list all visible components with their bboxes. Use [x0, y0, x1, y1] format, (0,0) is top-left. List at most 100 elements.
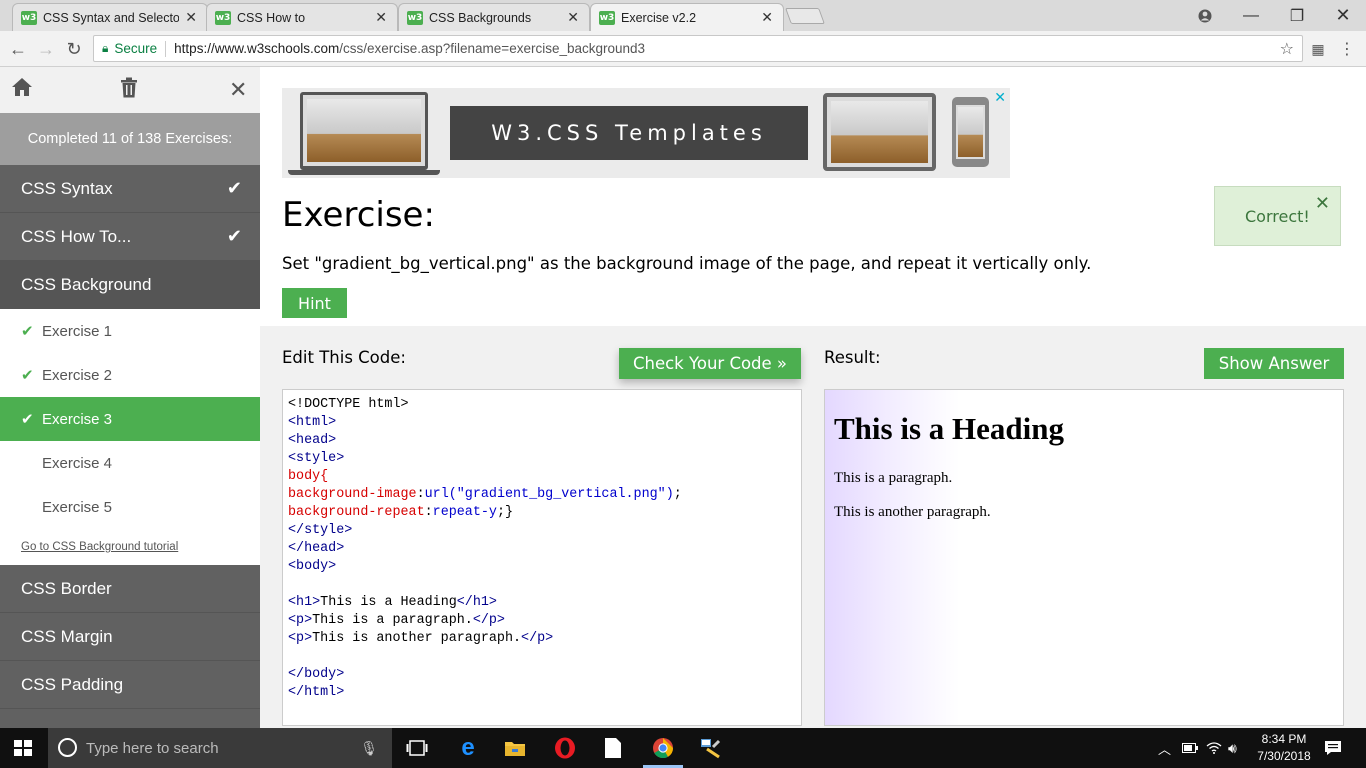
- task-view-icon[interactable]: [404, 736, 430, 760]
- show-answer-button[interactable]: Show Answer: [1204, 348, 1344, 379]
- code-line: body{: [288, 469, 329, 484]
- exercise-description: Set "gradient_bg_vertical.png" as the ba…: [282, 254, 1092, 273]
- lock-icon: 🔒︎: [102, 41, 109, 55]
- phone-image: [952, 97, 989, 167]
- code-line: </body>: [288, 667, 345, 682]
- checkmark-icon: ✔: [21, 411, 34, 428]
- correct-notification: Correct! ✕: [1214, 186, 1341, 246]
- tab-css-backgrounds[interactable]: w3 CSS Backgrounds ✕: [398, 3, 590, 31]
- code-line: <h1>This is a Heading</h1>: [288, 595, 497, 610]
- volume-icon[interactable]: 🔊︎: [1228, 728, 1237, 768]
- sidebar-toolbar: ✕: [0, 67, 260, 113]
- checkmark-icon: ✔: [21, 367, 34, 384]
- tab-title: Exercise v2.2: [621, 10, 697, 25]
- taskbar-search[interactable]: Type here to search 🎙︎: [48, 728, 392, 768]
- back-icon[interactable]: ←: [7, 38, 29, 60]
- ad-close-icon[interactable]: ✕: [994, 89, 1006, 106]
- exercise-1[interactable]: ✔ Exercise 1: [0, 309, 260, 353]
- code-line: </style>: [288, 523, 353, 538]
- code-line: </head>: [288, 541, 345, 556]
- w3schools-favicon-icon: w3: [21, 10, 37, 25]
- result-paragraph: This is a paragraph.: [834, 470, 953, 486]
- exercise-sidebar: ✕ Completed 11 of 138 Exercises: CSS Syn…: [0, 67, 260, 728]
- checkmark-icon: ✔: [226, 178, 242, 198]
- window-close-icon[interactable]: ✕: [1320, 0, 1366, 31]
- tab-css-syntax[interactable]: w3 CSS Syntax and Selectors ✕: [12, 3, 208, 31]
- browser-toolbar: ← → ↻ 🔒︎ Secure https://www.w3schools.co…: [0, 31, 1366, 67]
- code-line: <style>: [288, 451, 345, 466]
- extension-icon[interactable]: ▦: [1307, 38, 1329, 60]
- notepad-icon[interactable]: [600, 736, 626, 760]
- code-line: <p>This is another paragraph.</p>: [288, 631, 554, 646]
- opera-icon[interactable]: [552, 736, 578, 760]
- windows-taskbar: Type here to search 🎙︎ e ︿ 🔊︎ 8:34 PM 7/…: [0, 728, 1366, 768]
- close-icon[interactable]: ✕: [375, 9, 387, 26]
- sidebar-item-css-syntax[interactable]: CSS Syntax ✔: [0, 165, 260, 213]
- exercise-2[interactable]: ✔ Exercise 2: [0, 353, 260, 397]
- tablet-image: [823, 93, 936, 171]
- file-explorer-icon[interactable]: [502, 736, 528, 760]
- microphone-icon[interactable]: 🎙︎: [360, 740, 378, 757]
- exercise-3[interactable]: ✔ Exercise 3: [0, 397, 260, 441]
- result-label: Result:: [824, 348, 881, 367]
- code-editor[interactable]: <!DOCTYPE html> <html> <head> <style> bo…: [282, 389, 802, 726]
- trash-icon[interactable]: [120, 77, 138, 104]
- sidebar-item-css-background[interactable]: CSS Background: [0, 261, 260, 309]
- windows-start-icon[interactable]: [14, 740, 32, 756]
- close-icon[interactable]: ✕: [185, 9, 197, 26]
- advertisement-banner[interactable]: W3.CSS Templates ✕: [282, 88, 1010, 178]
- code-line: <html>: [288, 415, 337, 430]
- secure-label: Secure: [114, 41, 158, 56]
- url-text[interactable]: https://www.w3schools.com/css/exercise.a…: [174, 41, 645, 56]
- home-icon[interactable]: [11, 77, 33, 103]
- code-line: <p>This is a paragraph.</p>: [288, 613, 505, 628]
- exercise-workspace: Edit This Code: Check Your Code » Result…: [260, 326, 1366, 728]
- tab-title: CSS Backgrounds: [429, 10, 532, 25]
- hint-button[interactable]: Hint: [282, 288, 347, 318]
- minimize-icon[interactable]: —: [1228, 0, 1274, 31]
- menu-icon[interactable]: ⋮: [1336, 38, 1358, 60]
- forward-icon[interactable]: →: [35, 38, 57, 60]
- exercise-header: W3.CSS Templates ✕ Exercise: Set "gradie…: [260, 67, 1366, 326]
- tutorial-link[interactable]: Go to CSS Background tutorial: [0, 529, 260, 565]
- sidebar-item-css-border[interactable]: CSS Border: [0, 565, 260, 613]
- close-icon[interactable]: ✕: [567, 9, 579, 26]
- bookmark-star-icon[interactable]: ☆: [1280, 39, 1294, 59]
- divider: [165, 40, 167, 57]
- cortana-icon: [58, 738, 77, 757]
- new-tab-button[interactable]: [785, 8, 825, 24]
- exercise-list: ✔ Exercise 1 ✔ Exercise 2 ✔ Exercise 3 E…: [0, 309, 260, 565]
- profile-icon[interactable]: [1182, 0, 1228, 31]
- tab-title: CSS How to: [237, 10, 306, 25]
- code-line: </html>: [288, 685, 345, 700]
- sidebar-item-css-padding[interactable]: CSS Padding: [0, 661, 260, 709]
- restore-icon[interactable]: ❐: [1274, 0, 1320, 31]
- exercise-4[interactable]: Exercise 4: [0, 441, 260, 485]
- close-sidebar-icon[interactable]: ✕: [229, 77, 247, 103]
- reload-icon[interactable]: ↻: [63, 38, 85, 60]
- wifi-icon[interactable]: [1206, 728, 1222, 768]
- tab-css-how-to[interactable]: w3 CSS How to ✕: [206, 3, 398, 31]
- page-title: Exercise:: [282, 195, 435, 235]
- sidebar-item-css-margin[interactable]: CSS Margin: [0, 613, 260, 661]
- checkmark-icon: ✔: [226, 226, 242, 246]
- close-icon[interactable]: ✕: [1315, 193, 1330, 214]
- system-clock[interactable]: 8:34 PM 7/30/2018: [1250, 731, 1318, 765]
- address-bar[interactable]: 🔒︎ Secure https://www.w3schools.com/css/…: [93, 35, 1303, 62]
- check-code-button[interactable]: Check Your Code »: [619, 348, 801, 379]
- edge-icon[interactable]: e: [455, 734, 481, 761]
- result-paragraph: This is another paragraph.: [834, 504, 991, 520]
- battery-icon[interactable]: [1182, 728, 1198, 768]
- exercise-5[interactable]: Exercise 5: [0, 485, 260, 529]
- w3schools-favicon-icon: w3: [599, 10, 615, 25]
- chrome-icon[interactable]: [650, 736, 676, 760]
- clock-time: 8:34 PM: [1261, 732, 1307, 746]
- tray-chevron-icon[interactable]: ︿: [1158, 728, 1171, 768]
- editor-label: Edit This Code:: [282, 348, 406, 367]
- tools-icon[interactable]: [698, 736, 724, 760]
- action-center-icon[interactable]: [1324, 728, 1342, 768]
- sidebar-item-css-how-to[interactable]: CSS How To... ✔: [0, 213, 260, 261]
- tab-exercise[interactable]: w3 Exercise v2.2 ✕: [590, 3, 784, 31]
- close-icon[interactable]: ✕: [761, 9, 773, 26]
